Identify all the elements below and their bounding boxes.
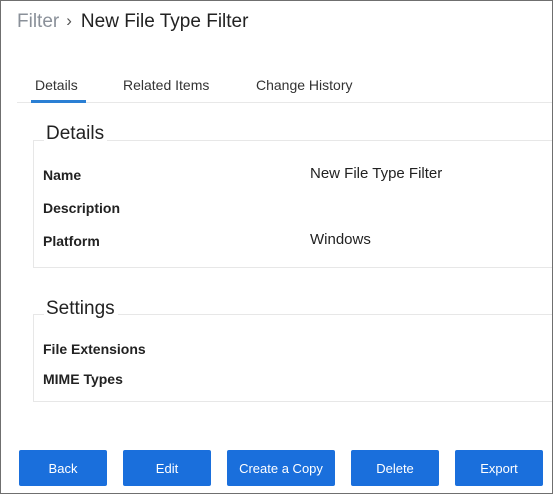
tab-change-history[interactable]: Change History [256, 77, 353, 101]
edit-button[interactable]: Edit [123, 450, 211, 486]
platform-label: Platform [43, 233, 100, 249]
breadcrumb-parent-link[interactable]: Filter [17, 11, 59, 33]
window-frame: Filter › New File Type Filter Details Re… [0, 0, 553, 494]
settings-section [33, 314, 552, 402]
chevron-right-icon: › [66, 11, 72, 30]
description-label: Description [43, 200, 121, 216]
tab-details[interactable]: Details [31, 77, 86, 103]
back-button[interactable]: Back [19, 450, 107, 486]
create-copy-button[interactable]: Create a Copy [227, 450, 335, 486]
tab-related-items[interactable]: Related Items [123, 77, 209, 101]
platform-value: Windows [310, 231, 371, 248]
settings-section-title: Settings [44, 298, 118, 320]
tab-bar: Details Related Items Change History [17, 71, 552, 103]
name-label: Name [43, 167, 82, 183]
page-title: New File Type Filter [80, 11, 249, 32]
file-extensions-label: File Extensions [43, 341, 146, 357]
export-button[interactable]: Export [455, 450, 543, 486]
delete-button[interactable]: Delete [351, 450, 439, 486]
mime-types-label: MIME Types [43, 371, 123, 387]
name-value: New File Type Filter [310, 165, 443, 182]
details-section-title: Details [44, 123, 108, 145]
breadcrumb: Filter › New File Type Filter [17, 9, 248, 35]
